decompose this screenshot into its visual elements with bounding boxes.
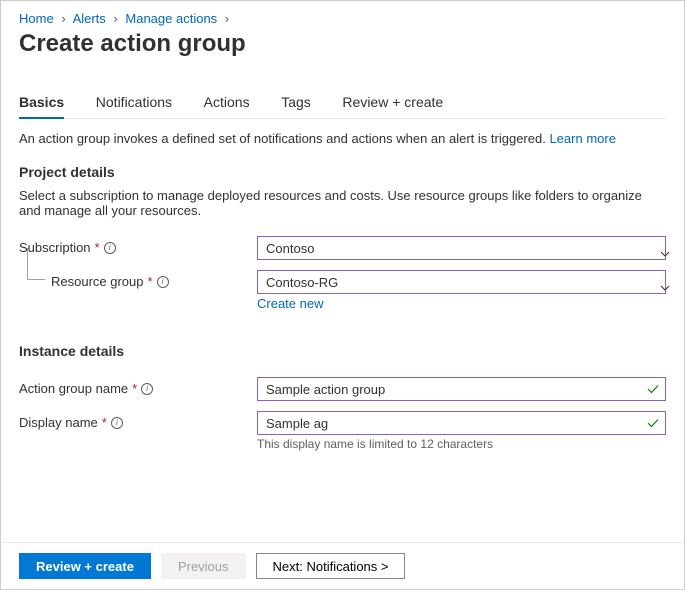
- resource-group-select[interactable]: Contoso-RG: [257, 270, 666, 294]
- subscription-select[interactable]: Contoso: [257, 236, 666, 260]
- section-desc-project-details: Select a subscription to manage deployed…: [19, 188, 666, 218]
- required-indicator: *: [95, 240, 100, 255]
- info-icon[interactable]: i: [141, 383, 153, 395]
- info-icon[interactable]: i: [157, 276, 169, 288]
- create-new-resource-group-link[interactable]: Create new: [257, 296, 323, 311]
- info-icon[interactable]: i: [111, 417, 123, 429]
- chevron-right-icon: ›: [109, 11, 121, 26]
- tab-review-create[interactable]: Review + create: [342, 88, 443, 118]
- resource-group-label: Resource group * i: [19, 270, 257, 289]
- section-title-project-details: Project details: [19, 164, 666, 180]
- display-name-hint: This display name is limited to 12 chara…: [257, 437, 666, 451]
- required-indicator: *: [102, 415, 107, 430]
- action-group-name-input[interactable]: [257, 377, 666, 401]
- required-indicator: *: [148, 274, 153, 289]
- learn-more-link[interactable]: Learn more: [549, 131, 615, 146]
- check-icon: [646, 416, 660, 430]
- chevron-right-icon: ›: [57, 11, 69, 26]
- breadcrumb-manage-actions[interactable]: Manage actions: [125, 11, 217, 26]
- tab-basics[interactable]: Basics: [19, 88, 64, 118]
- review-create-button[interactable]: Review + create: [19, 553, 151, 579]
- next-button[interactable]: Next: Notifications >: [256, 553, 406, 579]
- subscription-label: Subscription * i: [19, 236, 257, 255]
- check-icon: [646, 382, 660, 396]
- page-description: An action group invokes a defined set of…: [19, 131, 666, 146]
- info-icon[interactable]: i: [104, 242, 116, 254]
- page-title: Create action group: [19, 30, 666, 58]
- tab-bar: Basics Notifications Actions Tags Review…: [19, 88, 666, 119]
- breadcrumb: Home › Alerts › Manage actions ›: [19, 11, 666, 26]
- action-group-name-label: Action group name * i: [19, 377, 257, 396]
- display-name-label: Display name * i: [19, 411, 257, 430]
- display-name-input[interactable]: [257, 411, 666, 435]
- breadcrumb-alerts[interactable]: Alerts: [73, 11, 106, 26]
- breadcrumb-home[interactable]: Home: [19, 11, 54, 26]
- footer-bar: Review + create Previous Next: Notificat…: [1, 542, 684, 589]
- chevron-right-icon: ›: [221, 11, 233, 26]
- tree-connector-icon: [27, 248, 45, 280]
- tab-actions[interactable]: Actions: [204, 88, 250, 118]
- section-title-instance-details: Instance details: [19, 343, 666, 359]
- required-indicator: *: [132, 381, 137, 396]
- previous-button: Previous: [161, 553, 246, 579]
- tab-notifications[interactable]: Notifications: [96, 88, 172, 118]
- tab-tags[interactable]: Tags: [281, 88, 311, 118]
